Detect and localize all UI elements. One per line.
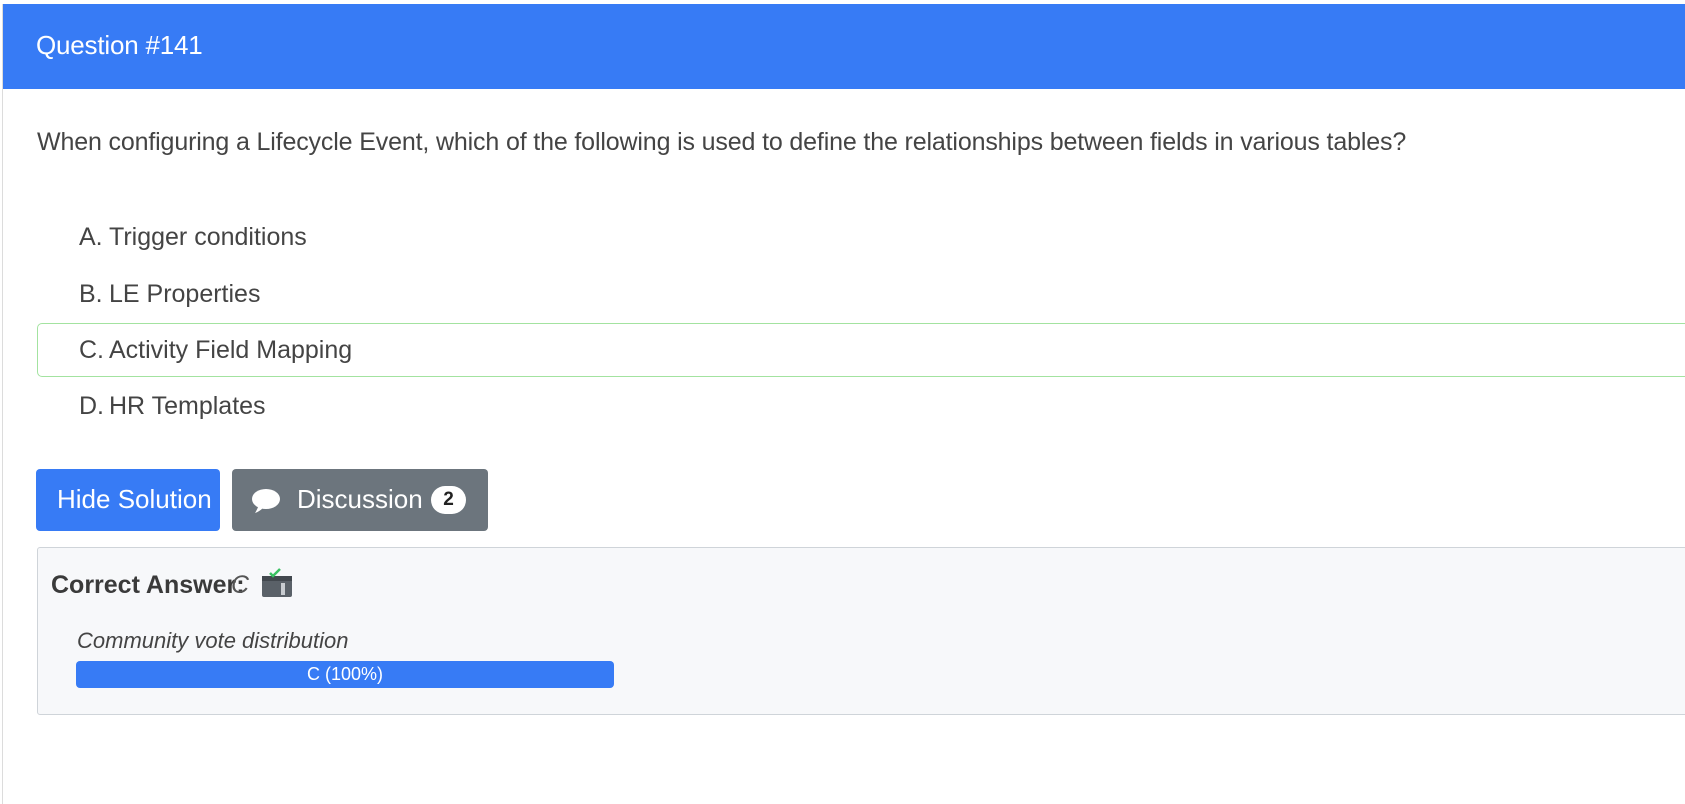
- discussion-count-badge: 2: [431, 486, 466, 514]
- choice-letter: C.: [79, 336, 104, 364]
- comment-icon: [252, 489, 280, 513]
- choice-a[interactable]: A. Trigger conditions: [37, 210, 1685, 264]
- choice-text: Activity Field Mapping: [109, 336, 353, 364]
- choice-letter: D.: [79, 392, 104, 420]
- choice-c[interactable]: C. Activity Field Mapping: [37, 323, 1685, 377]
- choice-text: HR Templates: [109, 392, 266, 420]
- vote-distribution-label: Community vote distribution: [77, 628, 349, 653]
- choice-text: LE Properties: [109, 280, 261, 308]
- choice-b[interactable]: B. LE Properties: [37, 267, 1685, 321]
- question-header: Question #141: [3, 4, 1685, 89]
- hide-solution-label: Hide Solution: [57, 484, 212, 514]
- vote-progress-text: C (100%): [306, 664, 384, 684]
- question-number-title: Question #141: [36, 30, 203, 60]
- choice-text: Trigger conditions: [109, 223, 307, 251]
- choice-letter: A.: [79, 223, 103, 251]
- question-card: Question #141 When configuring a Lifecyc…: [2, 4, 1685, 804]
- discussion-label: Discussion: [297, 484, 423, 514]
- vote-progress-bar: C (100%): [76, 661, 614, 688]
- hide-solution-button[interactable]: Hide Solution: [36, 469, 220, 531]
- answer-clipboard-icon[interactable]: [261, 568, 293, 598]
- correct-answer-value: C: [231, 571, 250, 599]
- choice-d[interactable]: D. HR Templates: [37, 379, 1685, 433]
- choice-letter: B.: [79, 280, 103, 308]
- question-text: When configuring a Lifecycle Event, whic…: [37, 128, 1407, 156]
- correct-answer-box: Correct Answer: C Community vote distrib…: [37, 547, 1685, 715]
- correct-answer-label: Correct Answer:: [51, 571, 245, 599]
- discussion-button[interactable]: Discussion 2: [232, 469, 488, 531]
